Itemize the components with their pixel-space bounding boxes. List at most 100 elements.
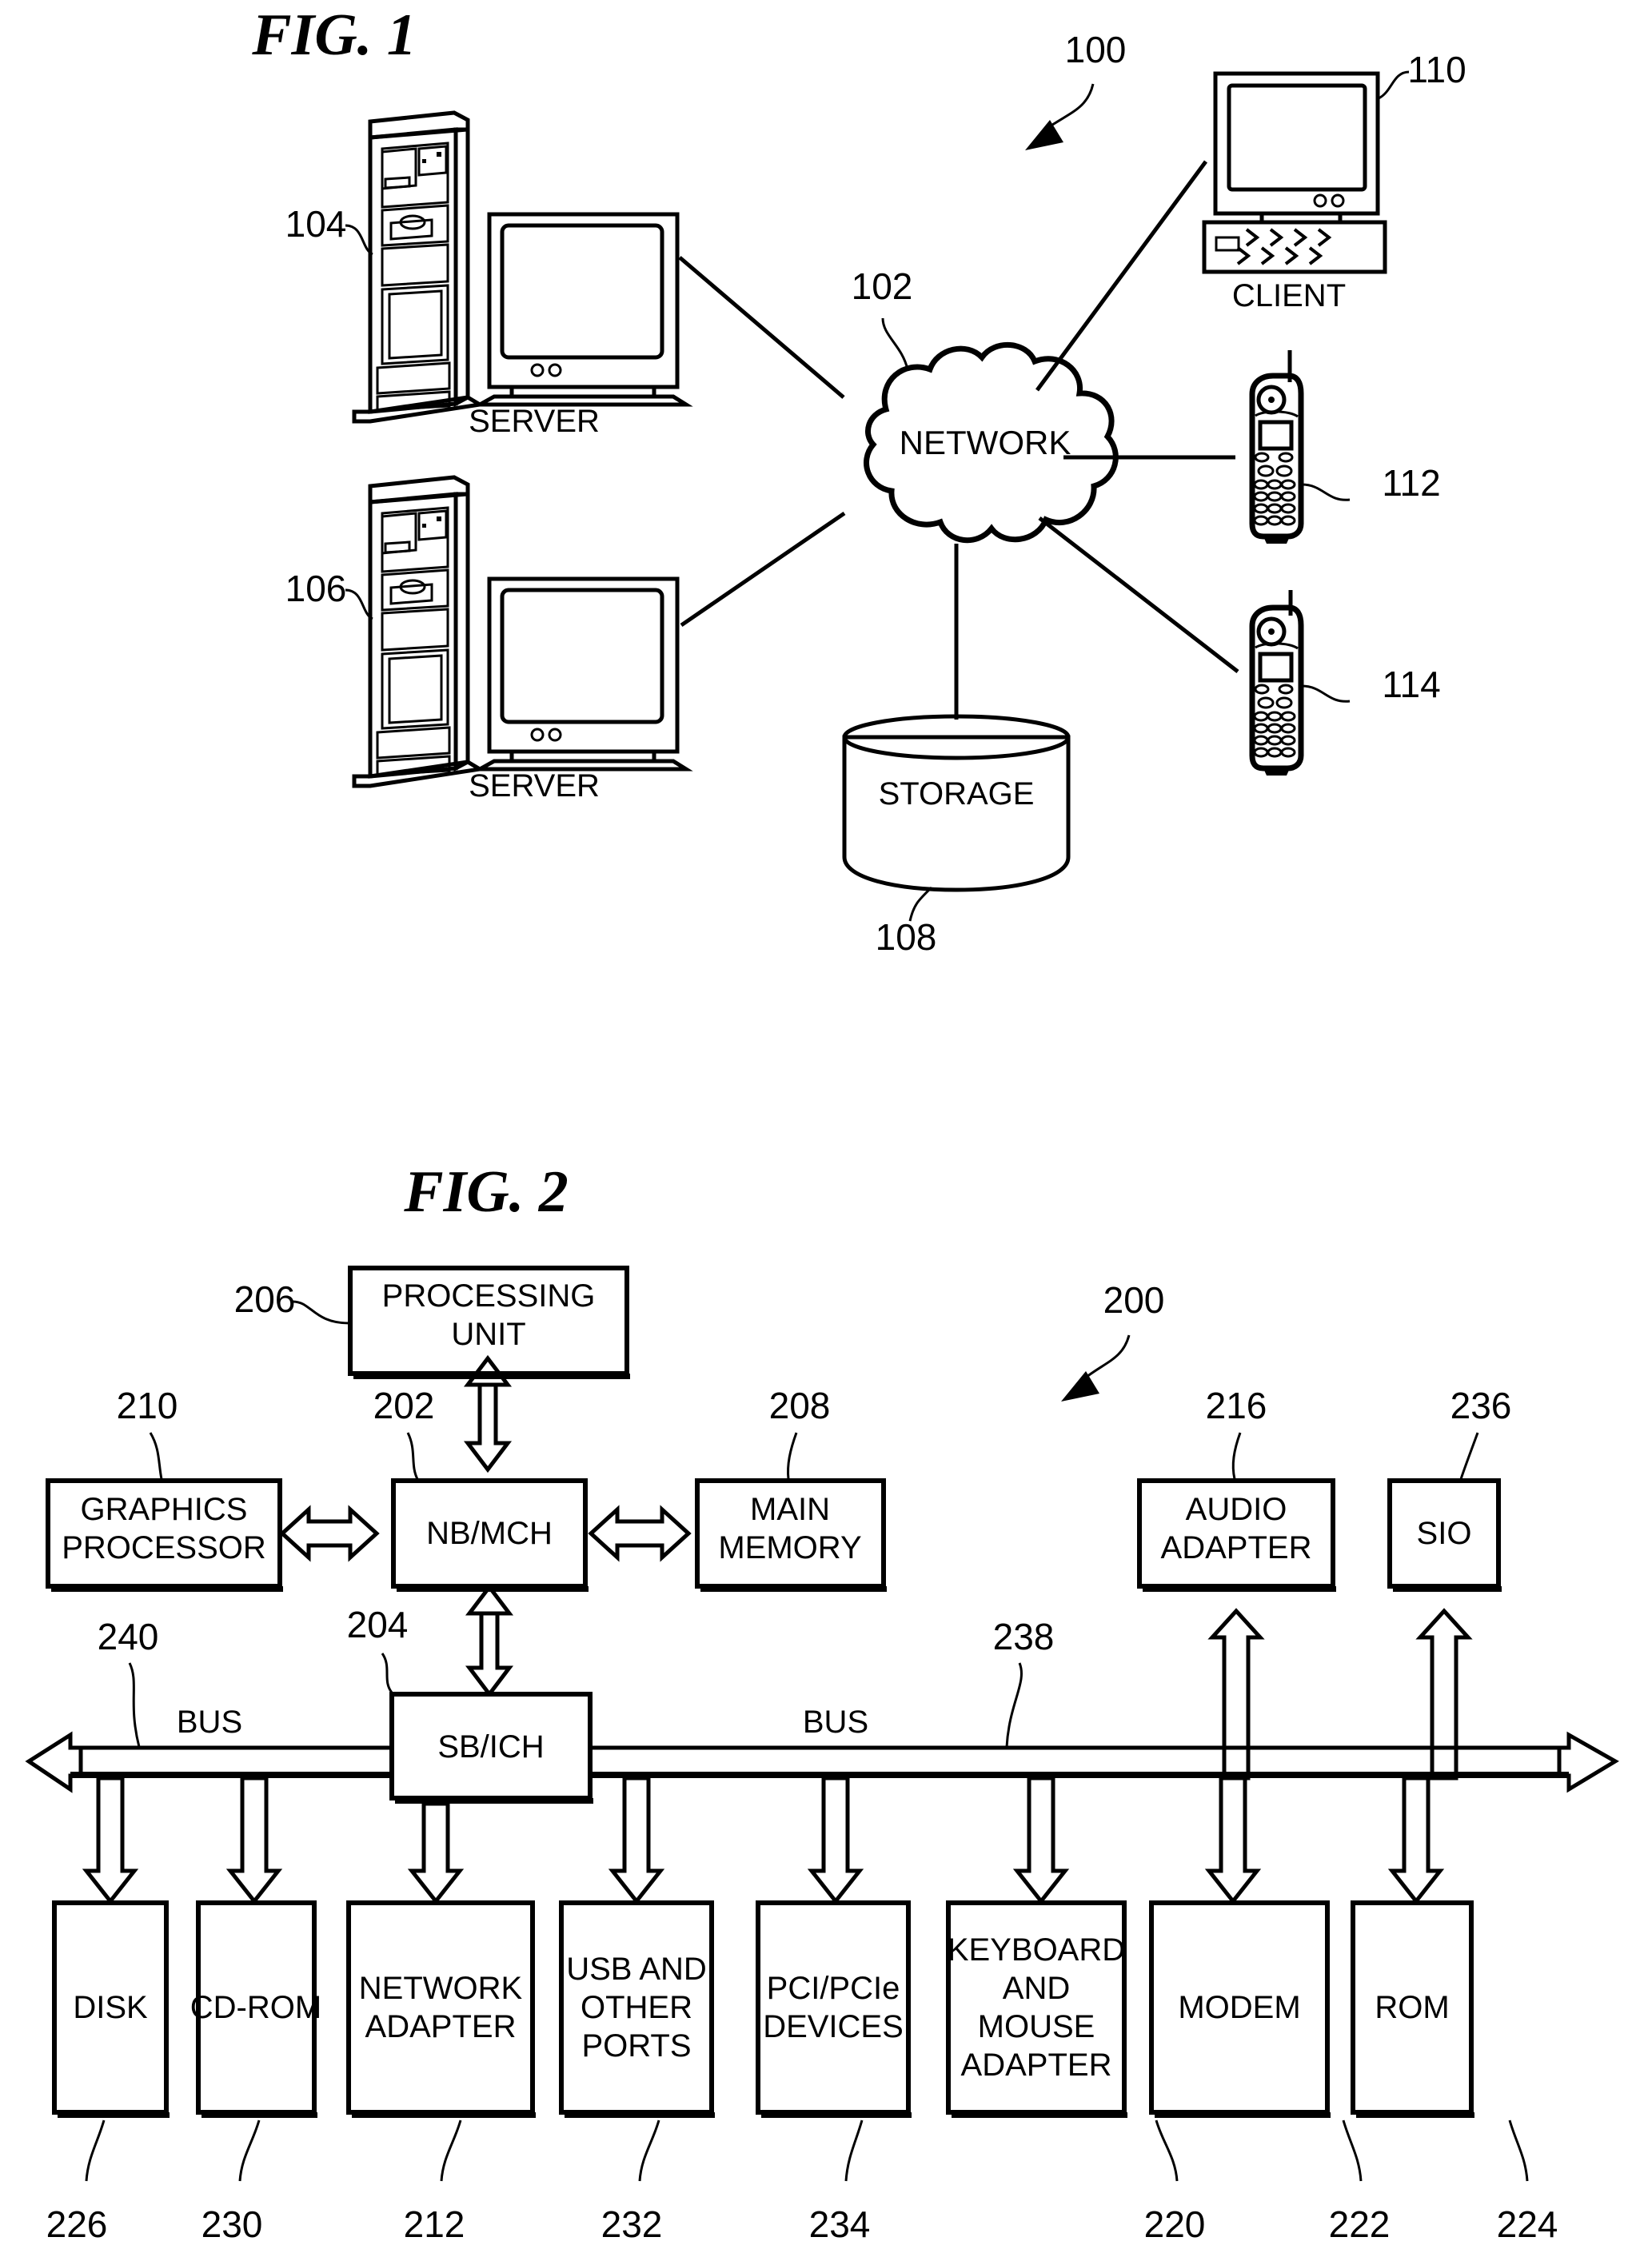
processing-unit-label-line1: PROCESSING — [382, 1278, 596, 1314]
main-memory-ref: 208 — [769, 1385, 831, 1426]
network-label: NETWORK — [900, 424, 1071, 461]
server-106-label: SERVER — [469, 768, 600, 804]
sio-leader — [1459, 1432, 1479, 1480]
phone-114-screen — [1258, 652, 1294, 683]
rom-leader — [1508, 2119, 1529, 2182]
storage-108-group: STORAGE 108 — [842, 714, 1071, 958]
modem-ref: 222 — [1329, 2203, 1391, 2245]
server-106-group: SERVER 106 — [285, 475, 693, 804]
pci-label-line2: DEVICES — [763, 2009, 904, 2044]
disk-ref: 226 — [46, 2203, 108, 2245]
overall-ref-100-arrowhead — [1025, 120, 1063, 150]
cd-rom-leader — [238, 2119, 261, 2182]
audio-adapter-label-line2: ADAPTER — [1161, 1530, 1312, 1565]
arrow-bus-audio-adapter — [1207, 1608, 1265, 1780]
block-graphics-processor: GRAPHICS PROCESSOR 210 — [46, 1385, 283, 1592]
network-adapter-label-line2: ADAPTER — [365, 2009, 517, 2044]
graphics-processor-label-line1: GRAPHICS — [81, 1492, 248, 1527]
kb-label-line2: AND — [1003, 1971, 1070, 2006]
processing-unit-ref: 206 — [234, 1278, 296, 1320]
sb-ich-label: SB/ICH — [437, 1729, 544, 1765]
modem-leader — [1342, 2119, 1363, 2182]
arrow-nbmch-sbich — [465, 1583, 514, 1698]
server-104-ref: 104 — [285, 203, 347, 245]
link-phone114-network — [1038, 516, 1239, 673]
disk-label: DISK — [73, 1990, 148, 2025]
usb-ref: 232 — [601, 2203, 663, 2245]
client-label: CLIENT — [1232, 278, 1346, 313]
block-main-memory: MAIN MEMORY 208 — [695, 1385, 887, 1592]
rom-label: ROM — [1375, 1990, 1449, 2025]
server-104-label: SERVER — [469, 404, 600, 439]
phone-112-keypad — [1253, 452, 1296, 526]
block-disk: DISK 226 — [46, 1900, 170, 2245]
sio-label: SIO — [1417, 1516, 1472, 1551]
main-memory-label-line1: MAIN — [750, 1492, 830, 1527]
bus-left-label: BUS — [177, 1705, 242, 1740]
kb-label-line4: ADAPTER — [961, 2048, 1112, 2083]
audio-adapter-leader — [1231, 1432, 1242, 1480]
network-cloud-group: NETWORK 102 — [678, 160, 1239, 720]
modem-label: MODEM — [1178, 1990, 1300, 2025]
phone-112-leader — [1301, 483, 1351, 501]
phone-112-screen — [1258, 420, 1294, 451]
client-keyboard-key — [1215, 236, 1240, 252]
processing-unit-label-line2: UNIT — [451, 1317, 525, 1352]
nb-mch-leader — [406, 1432, 419, 1480]
storage-108-ref: 108 — [876, 916, 937, 958]
arrow-nbmch-mm — [588, 1505, 692, 1562]
arrows-bus-to-peripherals — [82, 1776, 1445, 1905]
sb-ich-leader — [381, 1653, 393, 1693]
bus-right-leader — [1005, 1662, 1023, 1748]
link-client-network — [1035, 160, 1208, 392]
overall-ref-200-arrowhead — [1061, 1371, 1099, 1402]
network-adapter-label-line1: NETWORK — [359, 1971, 523, 2006]
kb-label-line3: MOUSE — [978, 2009, 1095, 2044]
server-106-monitor — [472, 576, 693, 772]
phone-114-keypad — [1253, 684, 1296, 758]
main-memory-label-line2: MEMORY — [718, 1530, 861, 1565]
link-server104-network — [678, 256, 845, 399]
storage-label: STORAGE — [879, 776, 1035, 811]
client-110-leader — [1378, 70, 1410, 100]
graphics-processor-label-line2: PROCESSOR — [62, 1530, 266, 1565]
sio-ref: 236 — [1450, 1385, 1512, 1426]
audio-adapter-label-line1: AUDIO — [1186, 1492, 1287, 1527]
figure-2: FIG. 2 200 PROCESSING UNIT 206 GRAPHICS … — [25, 1159, 1619, 2245]
kb-label-line1: KEYBOARD — [948, 1932, 1125, 1968]
bus-right-label: BUS — [803, 1705, 868, 1740]
figure-1: FIG. 1 100 SERVER 104 SERVER 106 NETWORK… — [251, 2, 1466, 958]
nb-mch-ref: 202 — [373, 1385, 435, 1426]
figure-2-title: FIG. 2 — [403, 1159, 569, 1225]
cd-rom-label: CD-ROM — [190, 1990, 321, 2025]
client-monitor-bezel — [1213, 71, 1380, 216]
bus-left-ref: 240 — [98, 1616, 159, 1657]
client-monitor-screen — [1227, 83, 1367, 192]
overall-ref-200-leader — [1083, 1334, 1131, 1381]
overall-ref-100-leader — [1047, 83, 1095, 130]
graphics-processor-ref: 210 — [117, 1385, 178, 1426]
block-network-adapter: NETWORK ADAPTER 212 — [346, 1900, 536, 2245]
graphics-processor-leader — [149, 1432, 163, 1480]
bus-left-leader — [128, 1662, 141, 1748]
kb-leader — [1155, 2119, 1179, 2182]
pci-label-line1: PCI/PCIe — [767, 1971, 900, 2006]
bus-right-ref: 238 — [993, 1616, 1055, 1657]
usb-label-line1: USB AND — [566, 1952, 707, 1987]
nb-mch-label: NB/MCH — [426, 1516, 553, 1551]
audio-adapter-ref: 216 — [1206, 1385, 1267, 1426]
arrow-gp-nbmch — [279, 1505, 380, 1562]
pci-leader — [844, 2119, 864, 2182]
usb-label-line2: OTHER — [581, 1990, 692, 2025]
client-110-ref: 110 — [1407, 49, 1466, 90]
server-106-tower — [352, 475, 486, 788]
phone-112-ref: 112 — [1382, 462, 1440, 504]
server-104-monitor — [472, 212, 693, 407]
block-processing-unit: PROCESSING UNIT 206 — [234, 1266, 630, 1379]
block-pci-pcie-devices: PCI/PCIe DEVICES 234 — [756, 1900, 912, 2245]
network-adapter-ref: 212 — [404, 2203, 465, 2245]
client-led-2 — [1331, 193, 1345, 208]
pci-ref: 234 — [809, 2203, 871, 2245]
phone-112-group: 112 — [1249, 350, 1441, 544]
client-110-group: CLIENT 110 — [1202, 49, 1466, 313]
